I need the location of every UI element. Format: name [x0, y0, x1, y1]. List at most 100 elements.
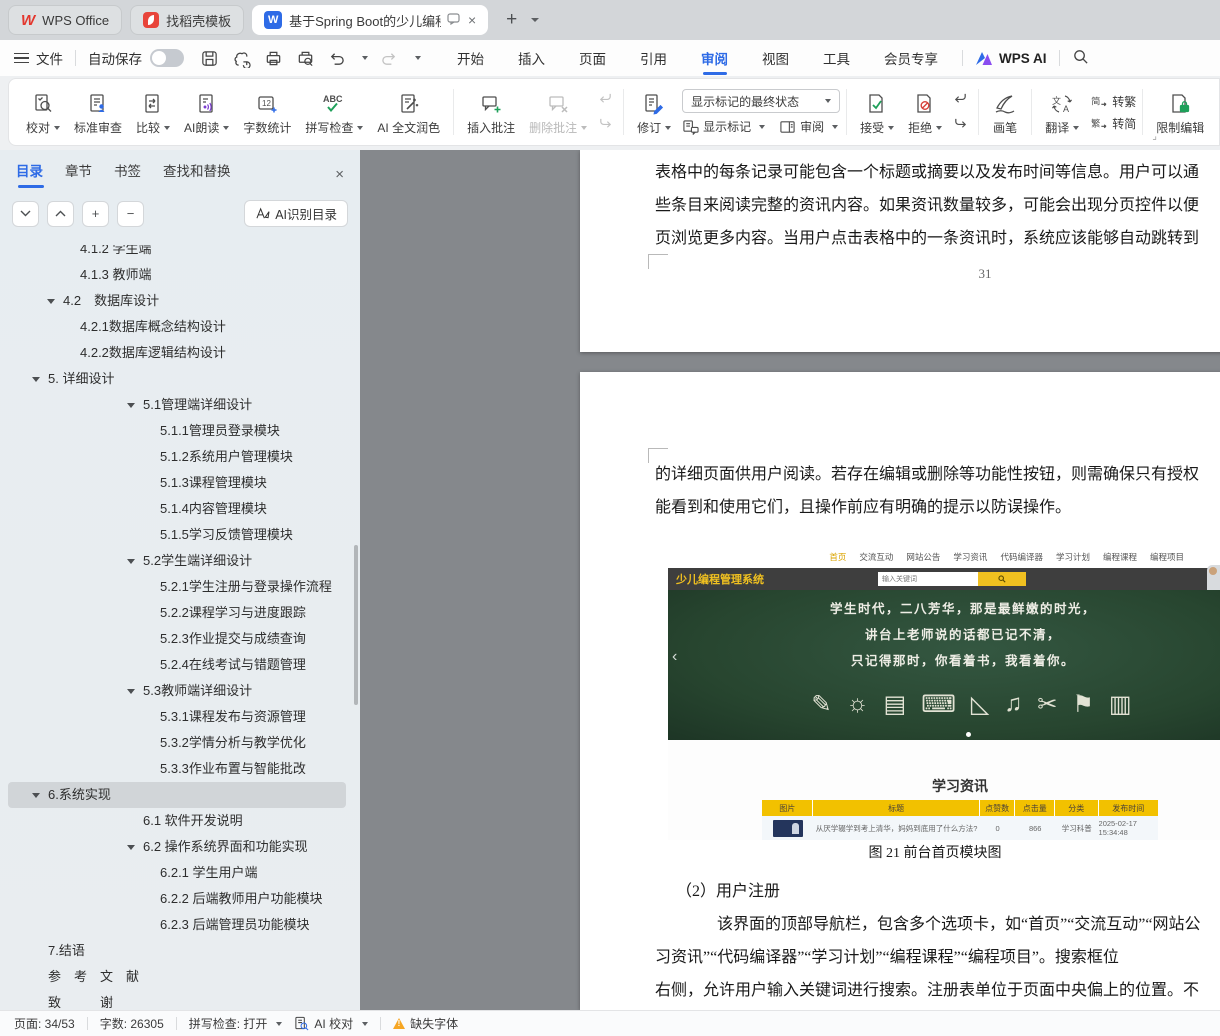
- to-simplified-button[interactable]: 繁 转简: [1090, 115, 1136, 132]
- save-icon[interactable]: [200, 49, 219, 68]
- news-table-row[interactable]: 从厌学辍学到考上清华，妈妈到底用了什么方法?0866学习科普2025-02-17…: [762, 816, 1158, 840]
- app-nav-link-3[interactable]: 网站公告: [906, 551, 940, 563]
- reject-button[interactable]: 拒绝: [901, 84, 949, 140]
- ink-pen-button[interactable]: 画笔: [985, 84, 1025, 140]
- toc-item[interactable]: 5.2学生端详细设计: [8, 548, 346, 574]
- toc-item[interactable]: 5.1.1管理员登录模块: [8, 418, 346, 444]
- toc-item[interactable]: 参 考 文 献: [8, 964, 346, 990]
- restrict-editing-button[interactable]: 限制编辑: [1149, 84, 1211, 140]
- menu-item-8[interactable]: 会员专享: [882, 40, 940, 76]
- print-preview-icon[interactable]: [296, 49, 315, 68]
- app-nav-link-7[interactable]: 编程课程: [1103, 551, 1137, 563]
- file-menu[interactable]: 文件: [14, 48, 63, 68]
- app-nav-link-1[interactable]: 首页: [829, 551, 846, 563]
- document-page-32[interactable]: 的详细页面供用户阅读。若存在编辑或删除等功能性按钮，则需确保只有授权能看到和使用…: [580, 372, 1220, 1010]
- ai-polish-button[interactable]: AI 全文润色: [370, 84, 447, 140]
- toc-item[interactable]: 5.1.3课程管理模块: [8, 470, 346, 496]
- sidebar-tab-1[interactable]: 目录: [16, 160, 43, 188]
- toc-item[interactable]: 4.2.2数据库逻辑结构设计: [8, 340, 346, 366]
- toc-expand-arrow[interactable]: [127, 559, 135, 564]
- app-search-input[interactable]: [878, 572, 978, 586]
- menu-item-6[interactable]: 视图: [760, 40, 791, 76]
- previous-change-icon[interactable]: [952, 91, 969, 109]
- menu-item-1[interactable]: 开始: [455, 40, 486, 76]
- sidebar-scrollbar[interactable]: [354, 545, 358, 705]
- collapse-heading-button[interactable]: [12, 201, 39, 227]
- toc-item[interactable]: 7.结语: [8, 938, 346, 964]
- sidebar-tab-2[interactable]: 章节: [65, 160, 92, 188]
- accept-button[interactable]: 接受: [853, 84, 901, 140]
- ai-read-button[interactable]: AI朗读: [177, 84, 236, 140]
- undo-icon[interactable]: [328, 50, 345, 67]
- show-markup-button[interactable]: 显示标记: [682, 118, 765, 135]
- toc-item[interactable]: 6.2 操作系统界面和功能实现: [8, 834, 346, 860]
- toc-item[interactable]: 5. 详细设计: [8, 366, 346, 392]
- translate-button[interactable]: 文A 翻译: [1038, 84, 1086, 140]
- toc-item[interactable]: 4.2.1数据库概念结构设计: [8, 314, 346, 340]
- track-changes-button[interactable]: 修订: [630, 84, 678, 140]
- toc-item[interactable]: 5.3.2学情分析与教学优化: [8, 730, 346, 756]
- tab-list-dropdown-icon[interactable]: [531, 18, 539, 22]
- toc-item[interactable]: 5.1管理端详细设计: [8, 392, 346, 418]
- expand-heading-button[interactable]: [47, 201, 74, 227]
- app-nav-link-2[interactable]: 交流互动: [859, 551, 893, 563]
- ai-recognize-toc-button[interactable]: AI识别目录: [244, 200, 348, 227]
- chat-icon[interactable]: [447, 13, 460, 28]
- toc-item[interactable]: 6.2.2 后端教师用户功能模块: [8, 886, 346, 912]
- search-icon[interactable]: [1072, 48, 1089, 68]
- document-page-31[interactable]: 表格中的每条记录可能包含一个标题或摘要以及发布时间等信息。用户可以通些条目来阅读…: [580, 150, 1220, 352]
- toc-item[interactable]: 5.1.2系统用户管理模块: [8, 444, 346, 470]
- toc-item[interactable]: 5.3教师端详细设计: [8, 678, 346, 704]
- spellcheck-status[interactable]: 拼写检查: 打开: [189, 1015, 283, 1032]
- home-tab[interactable]: W WPS Office: [8, 5, 122, 35]
- app-nav-link-6[interactable]: 学习计划: [1056, 551, 1090, 563]
- menu-item-2[interactable]: 插入: [516, 40, 547, 76]
- app-nav-link-8[interactable]: 编程项目: [1150, 551, 1184, 563]
- spell-check-button[interactable]: ABC 拼写检查: [298, 84, 370, 140]
- insert-comment-button[interactable]: 插入批注: [460, 84, 522, 140]
- to-traditional-button[interactable]: 简 转繁: [1090, 93, 1136, 110]
- sidebar-tab-4[interactable]: 查找和替换: [163, 160, 231, 188]
- compare-button[interactable]: 比较: [129, 84, 177, 140]
- export-icon[interactable]: [232, 49, 251, 68]
- undo-dropdown-icon[interactable]: [362, 56, 368, 60]
- document-tab[interactable]: W 基于Spring Boot的少儿编程 ×: [252, 5, 488, 35]
- toc-item[interactable]: 5.3.3作业布置与智能批改: [8, 756, 346, 782]
- toc-expand-arrow[interactable]: [32, 377, 40, 382]
- toc-item[interactable]: 5.1.4内容管理模块: [8, 496, 346, 522]
- markup-state-select[interactable]: 显示标记的最终状态: [682, 89, 840, 113]
- ai-proofread-button[interactable]: AI 校对: [294, 1015, 368, 1032]
- standard-review-button[interactable]: 标准审查: [67, 84, 129, 140]
- close-tab-icon[interactable]: ×: [468, 12, 476, 28]
- toc-item[interactable]: 4.1.3 教师端: [8, 262, 346, 288]
- toc-expand-arrow[interactable]: [127, 689, 135, 694]
- document-workspace[interactable]: 表格中的每条记录可能包含一个标题或摘要以及发布时间等信息。用户可以通些条目来阅读…: [360, 150, 1220, 1010]
- zoom-out-toc-button[interactable]: −: [117, 201, 144, 227]
- wps-ai-button[interactable]: WPS AI: [975, 51, 1047, 66]
- app-nav-link-5[interactable]: 代码编译器: [1000, 551, 1043, 563]
- sidebar-close-icon[interactable]: ×: [335, 166, 344, 183]
- app-nav-link-4[interactable]: 学习资讯: [953, 551, 987, 563]
- page-indicator[interactable]: 页面: 34/53: [14, 1015, 75, 1032]
- docer-tab[interactable]: 找稻壳模板: [130, 5, 244, 35]
- toc-item[interactable]: 6.系统实现: [8, 782, 346, 808]
- menu-item-4[interactable]: 引用: [638, 40, 669, 76]
- next-comment-icon[interactable]: [597, 116, 614, 134]
- menu-item-3[interactable]: 页面: [577, 40, 608, 76]
- toc-item[interactable]: 5.1.5学习反馈管理模块: [8, 522, 346, 548]
- review-pane-button[interactable]: 审阅: [779, 118, 838, 135]
- print-icon[interactable]: [264, 49, 283, 68]
- toc-item[interactable]: 6.1 软件开发说明: [8, 808, 346, 834]
- toc-expand-arrow[interactable]: [32, 793, 40, 798]
- toc-expand-arrow[interactable]: [47, 299, 55, 304]
- toc-expand-arrow[interactable]: [127, 845, 135, 850]
- toc-item[interactable]: 5.2.4在线考试与错题管理: [8, 652, 346, 678]
- toc-item[interactable]: 5.2.3作业提交与成绩查询: [8, 626, 346, 652]
- toc-item[interactable]: 6.2.3 后端管理员功能模块: [8, 912, 346, 938]
- proofread-button[interactable]: 校对: [19, 84, 67, 140]
- toc-item[interactable]: 4.2 数据库设计: [8, 288, 346, 314]
- carousel-dot[interactable]: [966, 732, 971, 737]
- next-change-icon[interactable]: [952, 116, 969, 134]
- missing-font-warning[interactable]: 缺失字体: [393, 1015, 458, 1032]
- app-search-button[interactable]: [978, 572, 1026, 586]
